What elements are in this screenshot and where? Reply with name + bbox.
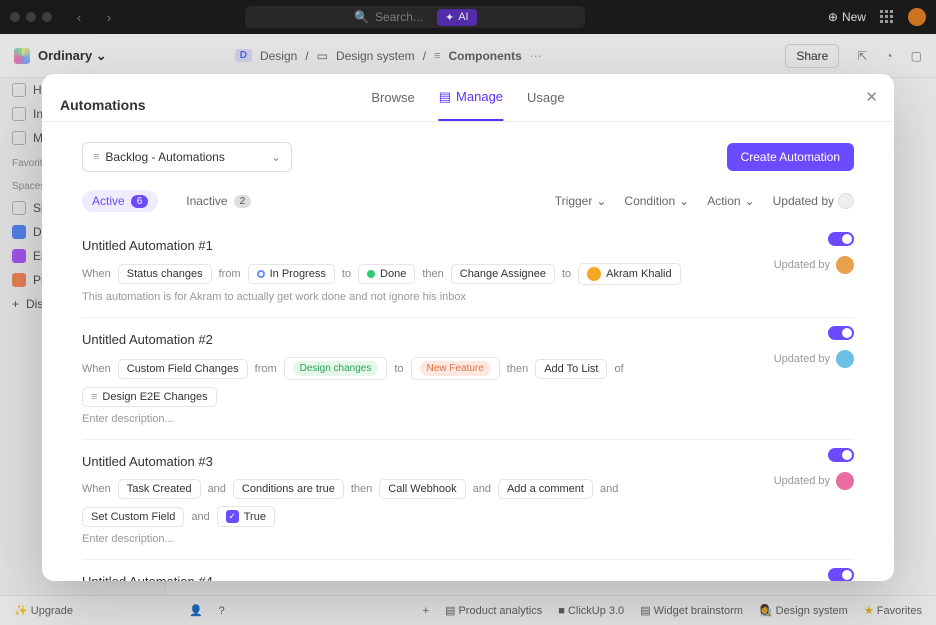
updater-avatar xyxy=(836,472,854,490)
controls-row: ≡ Backlog - Automations Create Automatio… xyxy=(82,142,854,172)
updated-by-label: Updated by xyxy=(774,256,854,274)
automation-description-placeholder[interactable]: Enter description... xyxy=(82,413,854,425)
automation-row[interactable]: Updated by Untitled Automation #1 When S… xyxy=(82,224,854,318)
automation-chain: When Status changes from In Progress to … xyxy=(82,263,702,285)
updated-by-label: Updated by xyxy=(774,350,854,368)
tab-manage[interactable]: ▤Manage xyxy=(439,89,503,121)
trigger-chip[interactable]: Custom Field Changes xyxy=(118,359,248,379)
action-chip[interactable]: Call Webhook xyxy=(379,479,465,499)
status-progress-icon xyxy=(257,270,265,278)
to-status-chip[interactable]: Done xyxy=(358,264,415,284)
trigger-chip[interactable]: Task Created xyxy=(118,479,201,499)
scope-label: Backlog - Automations xyxy=(105,150,224,164)
active-count-badge: 6 xyxy=(131,195,149,208)
create-automation-button[interactable]: Create Automation xyxy=(727,143,854,171)
sort-action[interactable]: Action ⌄ xyxy=(707,194,754,208)
action-chip[interactable]: Add a comment xyxy=(498,479,593,499)
value-chip[interactable]: ✓True xyxy=(217,506,275,527)
updated-by-label: Updated by xyxy=(774,472,854,490)
to-tag-chip[interactable]: New Feature xyxy=(411,357,500,380)
filter-active[interactable]: Active 6 xyxy=(82,190,158,212)
filters-row: Active 6 Inactive 2 Trigger ⌄ Condition … xyxy=(82,190,854,212)
automation-title: Untitled Automation #1 xyxy=(82,238,854,253)
close-icon[interactable]: ✕ xyxy=(865,88,878,106)
automation-description[interactable]: This automation is for Akram to actually… xyxy=(82,291,854,303)
action-chip[interactable]: Change Assignee xyxy=(451,264,555,284)
condition-chip[interactable]: Conditions are true xyxy=(233,479,344,499)
modal-header: Automations Browse ▤Manage Usage ✕ xyxy=(42,74,894,122)
sort-condition[interactable]: Condition ⌄ xyxy=(624,194,689,208)
automation-toggle[interactable] xyxy=(828,326,854,340)
action-chip[interactable]: Add To List xyxy=(535,359,607,379)
assignee-avatar xyxy=(587,267,601,281)
modal-tabs: Browse ▤Manage Usage xyxy=(371,89,564,121)
automation-title: Untitled Automation #3 xyxy=(82,454,854,469)
filter-inactive[interactable]: Inactive 2 xyxy=(176,190,261,212)
checkbox-true-icon: ✓ xyxy=(226,510,239,523)
automation-row[interactable]: Updated by Untitled Automation #2 When C… xyxy=(82,318,854,440)
modal-body: ≡ Backlog - Automations Create Automatio… xyxy=(42,122,894,581)
modal-title: Automations xyxy=(60,97,146,113)
automations-modal: Automations Browse ▤Manage Usage ✕ ≡ Bac… xyxy=(42,74,894,581)
automation-row[interactable]: Updated by Untitled Automation #3 When T… xyxy=(82,440,854,560)
list-icon: ≡ xyxy=(93,151,99,163)
action-chip[interactable]: Set Custom Field xyxy=(82,507,184,527)
automation-title: Untitled Automation #2 xyxy=(82,332,854,347)
updated-by-filter-avatar xyxy=(838,193,854,209)
assignee-chip[interactable]: Akram Khalid xyxy=(578,263,680,285)
from-tag-chip[interactable]: Design changes xyxy=(284,357,388,380)
automation-chain: When Custom Field Changes from Design ch… xyxy=(82,357,702,407)
sort-updated-by[interactable]: Updated by xyxy=(773,193,854,209)
status-done-icon xyxy=(367,270,375,278)
automation-toggle[interactable] xyxy=(828,568,854,581)
tab-browse[interactable]: Browse xyxy=(371,89,414,121)
automation-row[interactable]: Updated by Untitled Automation #4 When S… xyxy=(82,560,854,581)
target-list-chip[interactable]: ≡Design E2E Changes xyxy=(82,387,217,407)
automation-toggle[interactable] xyxy=(828,232,854,246)
trigger-chip[interactable]: Status changes xyxy=(118,264,212,284)
updater-avatar xyxy=(836,256,854,274)
sort-trigger[interactable]: Trigger ⌄ xyxy=(555,194,607,208)
scope-dropdown[interactable]: ≡ Backlog - Automations xyxy=(82,142,292,172)
automation-description-placeholder[interactable]: Enter description... xyxy=(82,533,854,545)
automation-chain: When Task Created and Conditions are tru… xyxy=(82,479,702,527)
automation-toggle[interactable] xyxy=(828,448,854,462)
tab-usage[interactable]: Usage xyxy=(527,89,565,121)
inactive-count-badge: 2 xyxy=(234,195,252,208)
updater-avatar xyxy=(836,350,854,368)
manage-icon: ▤ xyxy=(439,89,451,105)
from-status-chip[interactable]: In Progress xyxy=(248,264,335,284)
list-icon: ≡ xyxy=(91,391,97,403)
automation-title: Untitled Automation #4 xyxy=(82,574,854,581)
